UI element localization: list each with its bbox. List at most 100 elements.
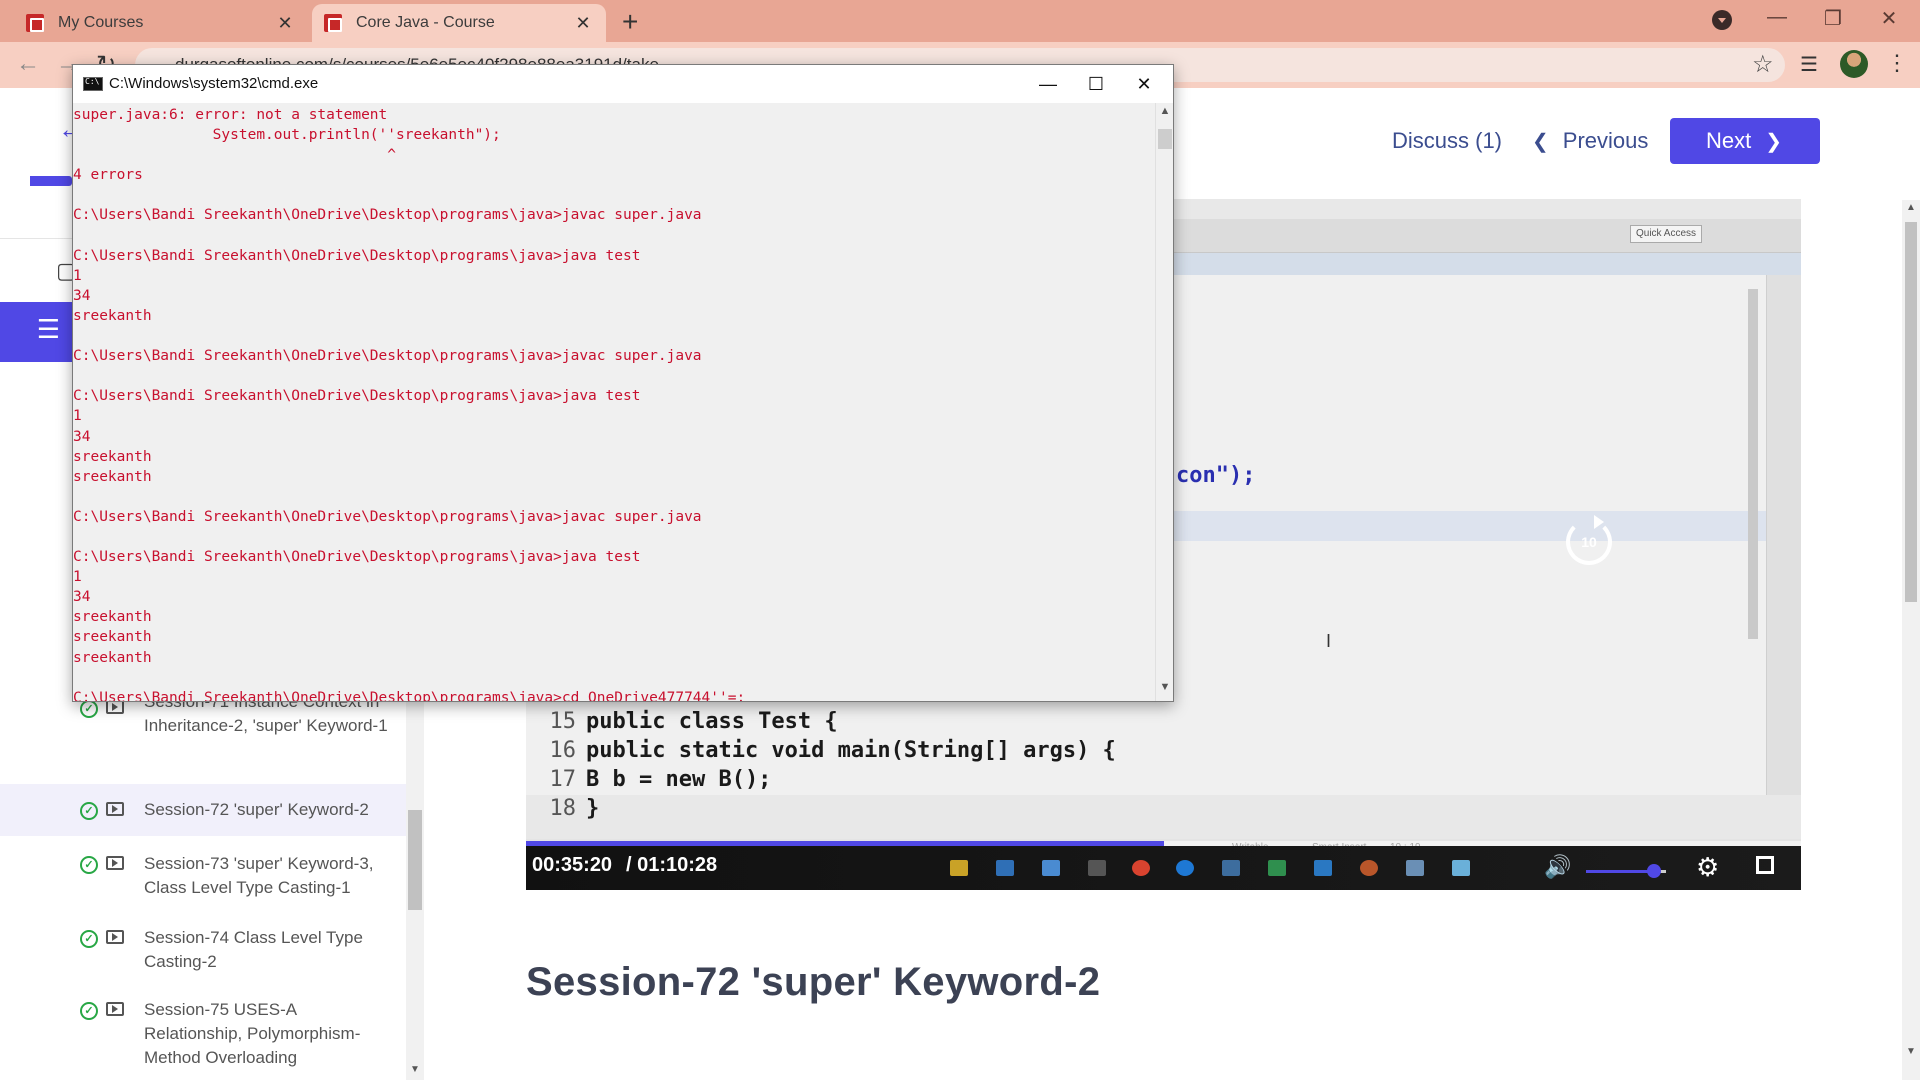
lesson-title: Session-72 'super' Keyword-2 [144,800,369,819]
cmd-line: sreekanth [73,468,152,485]
spreadsheet-icon [1268,860,1286,876]
cmd-line: C:\Users\Bandi Sreekanth\OneDrive\Deskto… [73,247,641,264]
curriculum-menu-icon[interactable]: ☰ [0,302,72,362]
code-string: con"); [1176,463,1256,488]
sidebar-scrollbar[interactable] [406,700,424,1080]
site-favicon-icon [324,14,342,32]
cmd-line: System.out.println(''sreekanth"); [73,127,501,144]
chevron-right-icon: ❯ [1765,131,1783,153]
line-number: 15 [549,709,577,734]
window-close-button[interactable]: ✕ [1866,6,1912,31]
cmd-output: super.java:6: error: not a statement Sys… [73,105,1155,701]
previous-button[interactable]: ❮ Previous [1532,118,1648,164]
code-line: 15 public class Test { [526,709,1766,738]
chevron-left-icon: ❮ [1532,131,1549,153]
volume-icon[interactable]: 🔊 [1544,854,1571,880]
scroll-down-arrow-icon[interactable]: ▼ [406,1064,424,1075]
scroll-up-arrow-icon[interactable]: ▲ [1902,202,1920,213]
list-item[interactable]: ✓ Session-71 Instance Context in Inherit… [0,692,406,784]
cmd-line: C:\Users\Bandi Sreekanth\OneDrive\Deskto… [73,388,641,405]
video-lesson-icon [106,700,124,714]
code-line: 17 B b = new B(); [526,767,1766,796]
cmd-maximize-button[interactable]: ☐ [1073,69,1119,99]
video-time-current: 00:35:20 [532,854,613,876]
window-minimize-button[interactable]: — [1754,6,1800,29]
volume-level [1586,870,1654,873]
window-restore-button[interactable]: ❐ [1810,6,1856,31]
bookmark-star-icon[interactable]: ☆ [1752,50,1774,79]
cmd-line: 1 [73,569,82,586]
list-item[interactable]: ✓ Session-73 'super' Keyword-3, Class Le… [0,836,406,910]
profile-avatar[interactable] [1840,50,1868,78]
page-scrollbar[interactable] [1902,200,1920,1080]
scroll-up-arrow-icon[interactable]: ▲ [1156,105,1174,117]
fullscreen-icon[interactable] [1756,856,1774,874]
browser-tab-strip: My Courses ✕ Core Java - Course ✕ + — ❐ … [0,0,1920,42]
chrome-icon [1132,860,1150,876]
folder-icon [950,860,968,876]
scroll-down-arrow-icon[interactable]: ▼ [1156,681,1174,693]
terminal-icon [1088,860,1106,876]
next-button[interactable]: Next ❯ [1670,118,1820,164]
code-text: public class Test { [586,709,838,734]
kebab-menu-icon[interactable]: ⋮ [1886,50,1908,76]
completed-check-icon: ✓ [80,930,98,948]
settings-gear-icon[interactable]: ⚙ [1696,852,1719,883]
cmd-line: C:\Users\Bandi Sreekanth\OneDrive\Deskto… [73,348,702,365]
video-lesson-icon [106,1002,124,1016]
discuss-button[interactable]: Discuss (1) [1392,118,1502,164]
cmd-line: 1 [73,267,82,284]
list-item[interactable]: ✓ Session-72 'super' Keyword-2 [0,784,406,836]
volume-knob[interactable] [1647,864,1661,878]
cmd-close-button[interactable]: ✕ [1121,69,1167,99]
cmd-window[interactable]: C:\Windows\system32\cmd.exe — ☐ ✕ super.… [72,64,1174,702]
next-label: Next [1706,128,1752,153]
tab-title: My Courses [58,14,144,31]
scrollbar-thumb[interactable] [1158,129,1172,149]
cmd-app-icon [83,77,103,91]
tab-title: Core Java - Course [356,14,495,31]
tab-search-icon[interactable] [1712,10,1732,30]
list-item[interactable]: ✓ Session-75 USES-A Relationship, Polymo… [0,984,406,1080]
tab-close-icon[interactable]: ✕ [572,13,594,34]
scroll-down-arrow-icon[interactable]: ▼ [1902,1046,1920,1057]
cmd-line: sreekanth [73,609,152,626]
scrollbar-thumb[interactable] [408,810,422,910]
tab-close-icon[interactable]: ✕ [274,13,296,34]
ide-side-rail [1766,275,1801,795]
app-icon [1042,860,1060,876]
network-icon [1314,860,1332,876]
cmd-line [73,487,1155,507]
cmd-line: sreekanth [73,629,152,646]
tab-my-courses[interactable]: My Courses ✕ [14,4,308,42]
completed-check-icon: ✓ [80,1002,98,1020]
desktop-icon [996,860,1014,876]
replay-10-icon[interactable]: 10 [1566,515,1612,565]
cmd-line: 34 [73,428,91,445]
tab-core-java-course[interactable]: Core Java - Course ✕ [312,4,606,42]
new-tab-button[interactable]: + [622,6,638,38]
snowflake-icon [1452,860,1470,876]
window-icon [1222,860,1240,876]
site-favicon-icon [26,14,44,32]
cmd-line: sreekanth [73,448,152,465]
code-fragment: con"); [1176,463,1255,488]
cmd-console[interactable]: super.java:6: error: not a statement Sys… [73,103,1155,701]
list-item[interactable]: ✓ Session-74 Class Level Type Casting-2 [0,910,406,984]
cmd-line: 1 [73,408,82,425]
scrollbar-thumb[interactable] [1905,222,1917,602]
back-arrow-icon[interactable]: ← [16,50,40,78]
cmd-title-bar[interactable]: C:\Windows\system32\cmd.exe — ☐ ✕ [73,65,1173,103]
lesson-title: Session-73 'super' Keyword-3, Class Leve… [144,854,374,897]
code-text: public static void main(String[] args) { [586,738,1116,763]
media-control-icon[interactable]: ☰ [1800,52,1818,77]
line-number: 16 [549,738,577,763]
cmd-scrollbar[interactable]: ▲ ▼ [1155,103,1173,701]
cmd-line: 4 errors [73,167,143,184]
line-number: 18 [549,796,577,821]
cmd-line: C:\Users\Bandi Sreekanth\OneDrive\Deskto… [73,508,702,525]
lesson-title: Session-74 Class Level Type Casting-2 [144,928,363,971]
cmd-line [73,366,1155,386]
cmd-minimize-button[interactable]: — [1025,69,1071,99]
video-lesson-icon [106,802,124,816]
